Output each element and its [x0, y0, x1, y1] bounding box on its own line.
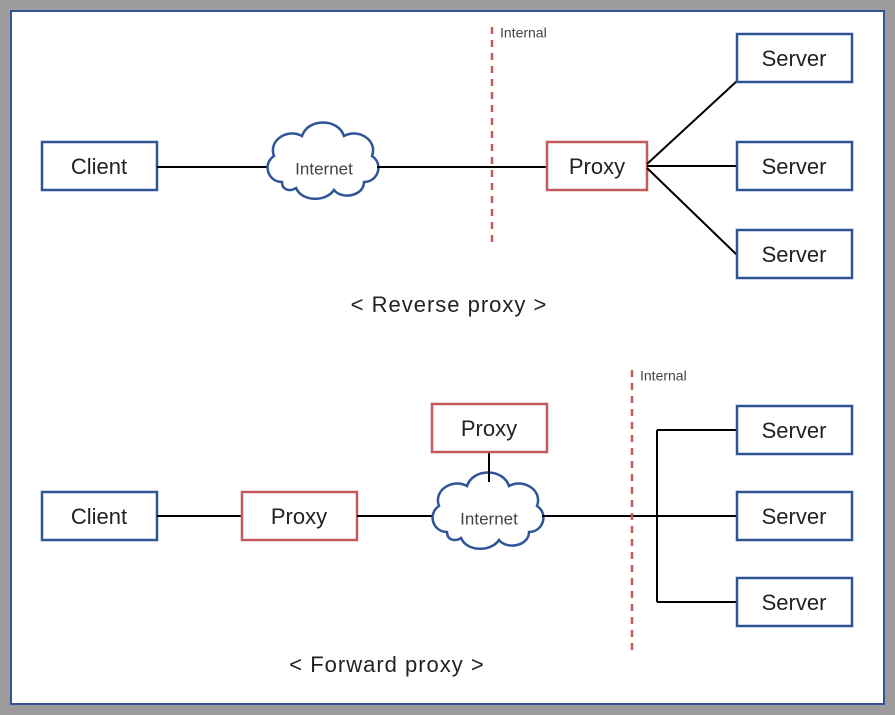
forward-proxy-diagram: Client Proxy Internet Proxy Internal: [42, 368, 852, 677]
server3-label: Server: [762, 590, 827, 615]
server1-label: Server: [762, 46, 827, 71]
internet-label: Internet: [460, 509, 518, 528]
link-proxy-server1: [647, 81, 737, 164]
reverse-proxy-diagram: Client Internet Internal Proxy Server: [42, 25, 852, 317]
server2-label: Server: [762, 154, 827, 179]
internal-label-text: Internal: [640, 368, 687, 384]
server2-label: Server: [762, 504, 827, 529]
proxy-box-top: Proxy: [432, 404, 547, 452]
server3-label: Server: [762, 242, 827, 267]
client-box: Client: [42, 492, 157, 540]
internal-label-text: Internal: [500, 25, 547, 41]
server-box-1: Server: [737, 34, 852, 82]
proxy-box-inline: Proxy: [242, 492, 357, 540]
client-label: Client: [71, 504, 127, 529]
internet-cloud: Internet: [268, 123, 379, 199]
diagram-frame: Client Internet Internal Proxy Server: [10, 10, 885, 705]
reverse-caption: < Reverse proxy >: [351, 292, 548, 317]
forward-caption: < Forward proxy >: [289, 652, 485, 677]
server1-label: Server: [762, 418, 827, 443]
client-box: Client: [42, 142, 157, 190]
internet-cloud: Internet: [433, 473, 544, 549]
server-box-3: Server: [737, 578, 852, 626]
client-label: Client: [71, 154, 127, 179]
link-proxy-server3: [647, 168, 737, 255]
proxy-label: Proxy: [569, 154, 625, 179]
proxy1-label: Proxy: [271, 504, 327, 529]
server-box-2: Server: [737, 142, 852, 190]
server-box-3: Server: [737, 230, 852, 278]
server-box-2: Server: [737, 492, 852, 540]
proxy2-label: Proxy: [461, 416, 517, 441]
internet-label: Internet: [295, 159, 353, 178]
proxy-box: Proxy: [547, 142, 647, 190]
server-box-1: Server: [737, 406, 852, 454]
